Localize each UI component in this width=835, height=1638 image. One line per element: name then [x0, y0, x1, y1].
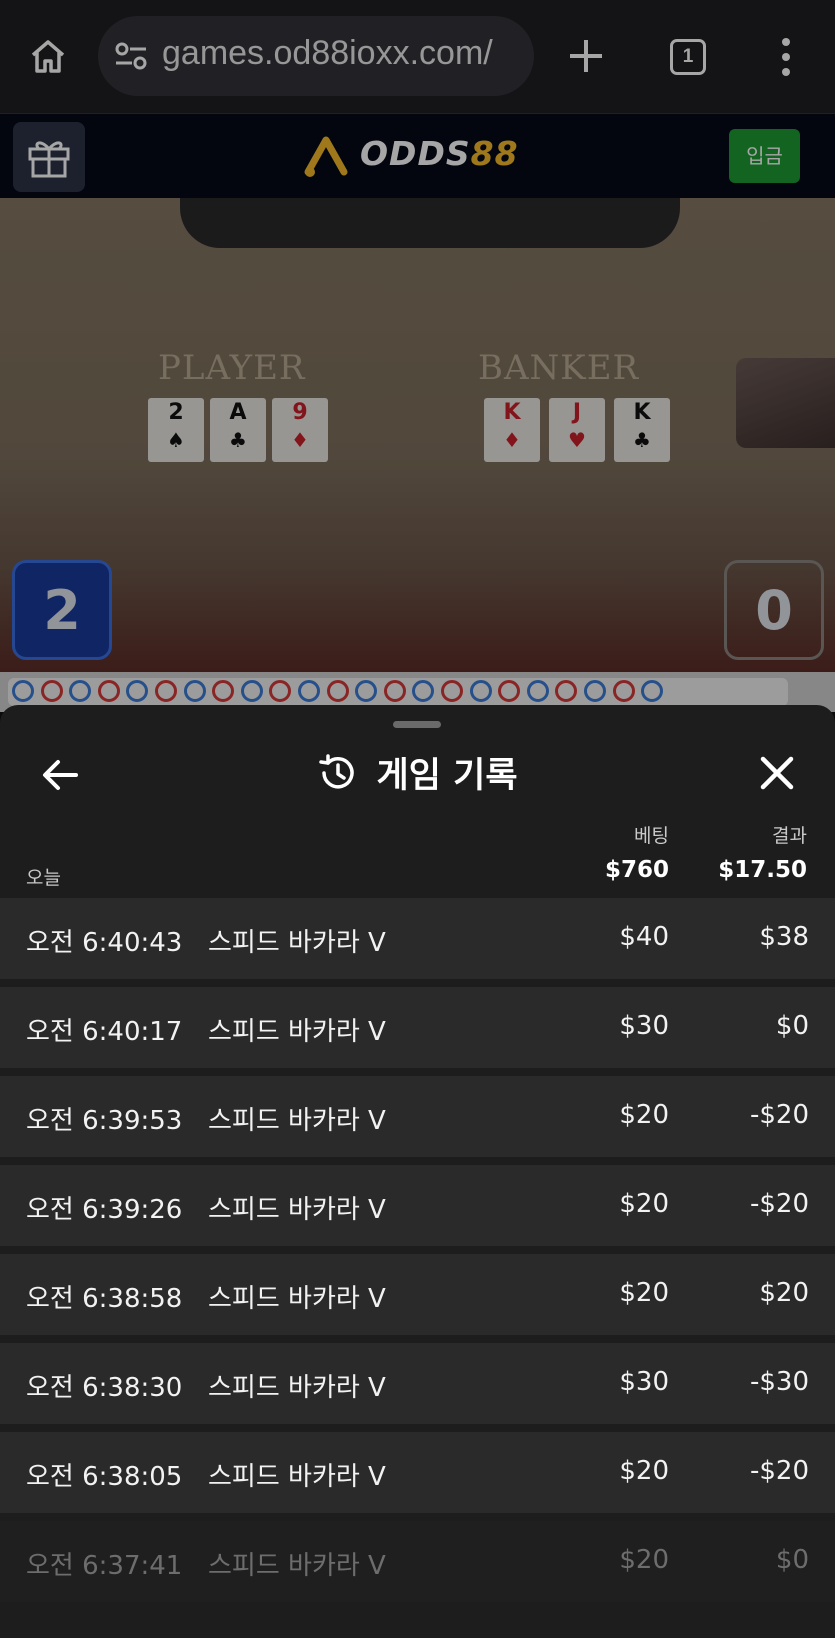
row-bet: $20 [619, 1189, 669, 1219]
row-time: 오전 6:38:30 [26, 1373, 183, 1403]
row-game: 스피드 바카라 V [208, 1462, 386, 1492]
total-bet: $760 [604, 857, 669, 883]
row-bet: $30 [619, 1011, 669, 1041]
history-list: 오전 6:40:43 스피드 바카라 V $40 $38 오전 6:40:17 스피드 바… [0, 898, 835, 1610]
row-bet: $30 [619, 1367, 669, 1397]
row-time: 오전 6:37:41 [26, 1551, 183, 1581]
row-game: 스피드 바카라 V [208, 1017, 386, 1047]
history-row[interactable]: 오전 6:40:17 스피드 바카라 V $30 $0 [0, 987, 835, 1068]
row-time: 오전 6:40:17 [26, 1017, 183, 1047]
result-column-header: 결과 [772, 825, 807, 847]
history-row[interactable]: 오전 6:37:41 스피드 바카라 V $20 $0 [0, 1521, 835, 1602]
row-result: $20 [759, 1278, 809, 1308]
row-game: 스피드 바카라 V [208, 1373, 386, 1403]
row-game: 스피드 바카라 V [208, 1195, 386, 1225]
row-time: 오전 6:39:53 [26, 1106, 183, 1136]
row-result: -$20 [749, 1189, 809, 1219]
history-icon [319, 753, 355, 789]
row-bet: $40 [619, 922, 669, 952]
row-game: 스피드 바카라 V [208, 1106, 386, 1136]
row-game: 스피드 바카라 V [208, 928, 386, 958]
history-row[interactable]: 오전 6:39:53 스피드 바카라 V $20 -$20 [0, 1076, 835, 1157]
total-result: $17.50 [718, 857, 807, 883]
history-row[interactable]: 오전 6:38:30 스피드 바카라 V $30 -$30 [0, 1343, 835, 1424]
row-time: 오전 6:40:43 [26, 928, 183, 958]
row-time: 오전 6:38:58 [26, 1284, 183, 1314]
row-game: 스피드 바카라 V [208, 1284, 386, 1314]
close-icon[interactable] [757, 753, 797, 793]
row-result: -$20 [749, 1100, 809, 1130]
history-row[interactable]: 오전 6:40:43 스피드 바카라 V $40 $38 [0, 898, 835, 979]
game-history-sheet: 게임 기록 베팅 결과 오늘 $760 $17.50 오전 6:40:43 스피드… [0, 705, 835, 1638]
sheet-header: 게임 기록 [0, 747, 835, 798]
row-time: 오전 6:38:05 [26, 1462, 183, 1492]
row-result: -$20 [749, 1456, 809, 1486]
row-result: $0 [775, 1011, 809, 1041]
history-row[interactable]: 오전 6:38:58 스피드 바카라 V $20 $20 [0, 1254, 835, 1335]
row-bet: $20 [619, 1278, 669, 1308]
history-row[interactable]: 오전 6:38:05 스피드 바카라 V $20 -$20 [0, 1432, 835, 1513]
sheet-drag-handle[interactable] [393, 721, 441, 728]
row-time: 오전 6:39:26 [26, 1195, 183, 1225]
row-bet: $20 [619, 1100, 669, 1130]
row-game: 스피드 바카라 V [208, 1551, 386, 1581]
history-row[interactable]: 오전 6:39:26 스피드 바카라 V $20 -$20 [0, 1165, 835, 1246]
row-bet: $20 [619, 1545, 669, 1575]
sheet-title: 게임 기록 [376, 756, 518, 796]
bet-column-header: 베팅 [634, 825, 669, 847]
row-result: $38 [759, 922, 809, 952]
row-result: $0 [775, 1545, 809, 1575]
row-result: -$30 [749, 1367, 809, 1397]
date-group-label: 오늘 [26, 867, 61, 889]
row-bet: $20 [619, 1456, 669, 1486]
